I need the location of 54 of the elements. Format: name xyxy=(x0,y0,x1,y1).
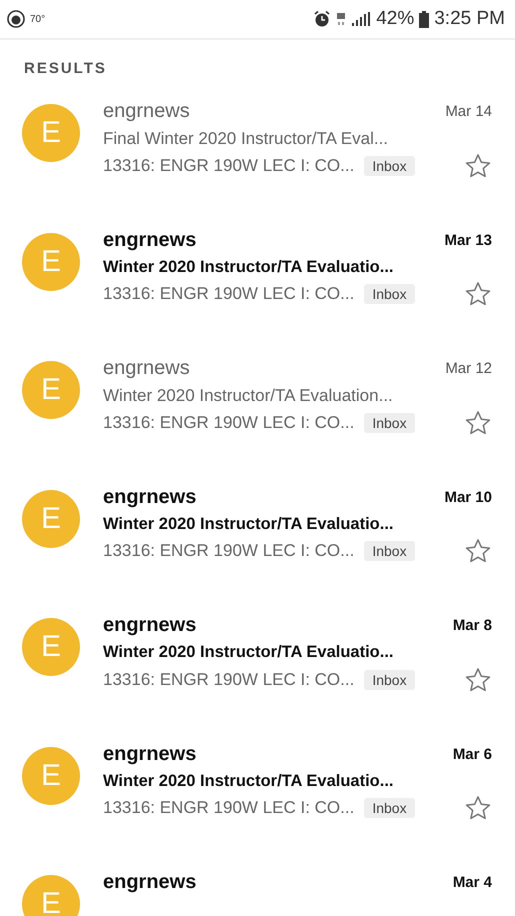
avatar[interactable]: E xyxy=(22,618,80,676)
sender: engrnews xyxy=(103,486,198,508)
subject: Winter 2020 Instructor/TA Evaluatio... xyxy=(103,258,394,276)
date: Mar 6 xyxy=(452,746,492,762)
snippet: 13316: ENGR 190W LEC I: CO... xyxy=(103,156,354,176)
label-tag: Inbox xyxy=(364,156,415,176)
sender: engrnews xyxy=(103,614,198,637)
star-icon[interactable] xyxy=(464,537,492,565)
subject: Winter 2020 Instructor/TA Evaluatio... xyxy=(103,643,394,662)
star-icon[interactable] xyxy=(464,280,492,308)
subject: Winter 2020 Instructor/TA Evaluatio... xyxy=(103,514,394,534)
avatar[interactable]: E xyxy=(22,746,80,804)
subject: Winter 2020 Instructor/TA Evaluatio... xyxy=(103,772,394,790)
avatar[interactable]: E xyxy=(22,361,80,419)
sender: engrnews xyxy=(103,742,198,766)
avatar[interactable]: E xyxy=(22,490,80,548)
date: Mar 10 xyxy=(444,488,492,506)
date: Mar 4 xyxy=(452,874,492,891)
label-tag: Inbox xyxy=(364,541,415,561)
data-icon xyxy=(336,11,346,27)
date: Mar 12 xyxy=(445,360,492,377)
sender: engrnews xyxy=(103,871,198,894)
sender: engrnews xyxy=(103,100,191,123)
signal-icon xyxy=(351,11,372,27)
star-icon[interactable] xyxy=(464,152,492,180)
clock: 3:25 PM xyxy=(434,8,505,30)
star-icon[interactable] xyxy=(464,794,492,822)
star-icon[interactable] xyxy=(464,666,492,694)
battery-icon xyxy=(419,10,430,28)
weather-icon xyxy=(7,10,25,28)
subject: Final Winter 2020 Instructor/TA Eval... xyxy=(103,128,388,148)
avatar[interactable]: E xyxy=(22,104,80,162)
snippet: 13316: ENGR 190W LEC I: CO... xyxy=(103,670,354,690)
sender: engrnews xyxy=(103,357,191,380)
subject: Winter 2020 Instructor/TA Evaluation... xyxy=(103,386,393,406)
snippet: 13316: ENGR 190W LEC I: CO... xyxy=(103,284,354,304)
temperature: 70° xyxy=(30,14,46,24)
label-tag: Inbox xyxy=(364,670,415,690)
snippet: 13316: ENGR 190W LEC I: CO... xyxy=(103,798,354,818)
section-title: RESULTS xyxy=(23,59,108,79)
date: Mar 14 xyxy=(445,103,492,120)
label-tag: Inbox xyxy=(364,412,415,432)
sender: engrnews xyxy=(103,228,198,252)
label-tag: Inbox xyxy=(364,284,415,304)
date: Mar 8 xyxy=(452,617,492,634)
snippet: 13316: ENGR 190W LEC I: CO... xyxy=(103,412,354,432)
date: Mar 13 xyxy=(444,232,492,248)
avatar[interactable]: E xyxy=(22,232,80,290)
alarm-icon xyxy=(313,10,332,28)
star-icon[interactable] xyxy=(464,408,492,436)
label-tag: Inbox xyxy=(364,798,415,818)
avatar[interactable]: E xyxy=(22,875,80,916)
battery-percent: 42% xyxy=(376,8,414,30)
snippet: 13316: ENGR 190W LEC I: CO... xyxy=(103,541,354,561)
